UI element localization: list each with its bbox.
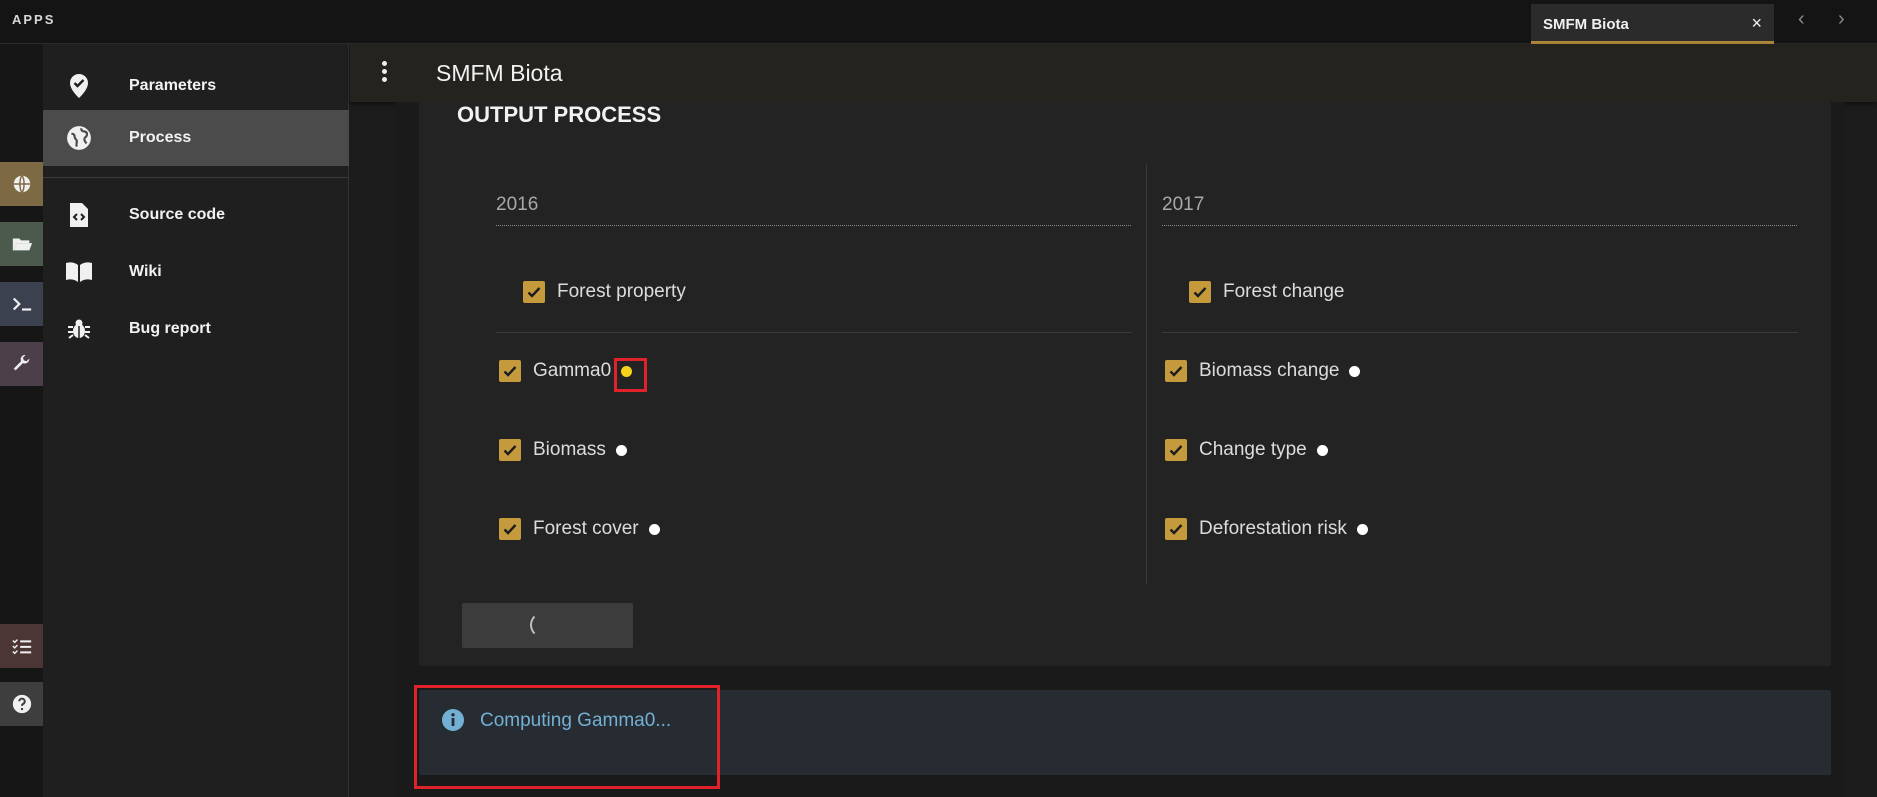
checkbox-checked[interactable] — [1165, 518, 1187, 540]
sidebar-item-bug-report[interactable]: Bug report — [43, 301, 349, 357]
globe-icon — [63, 122, 95, 154]
checkbox-checked[interactable] — [499, 360, 521, 382]
status-dot — [1356, 523, 1368, 535]
check-icon — [503, 524, 517, 535]
close-icon[interactable]: × — [1751, 13, 1762, 34]
section-title: OUTPUT PROCESS — [457, 102, 662, 127]
biomass-option[interactable]: Biomass — [499, 439, 627, 461]
year-label-2016: 2016 — [496, 194, 539, 215]
sidebar-item-process[interactable]: Process — [43, 110, 349, 166]
sidebar-item-source-code[interactable]: Source code — [43, 187, 349, 243]
check-icon — [503, 445, 517, 456]
chevron-right-icon[interactable]: › — [1838, 8, 1845, 31]
change-type-option[interactable]: Change type — [1165, 439, 1328, 461]
status-dot — [1349, 365, 1361, 377]
checkbox-checked[interactable] — [1165, 439, 1187, 461]
output-process-card: OUTPUT PROCESS 2016 Forest property Gamm… — [419, 102, 1831, 666]
status-dot — [1316, 444, 1328, 456]
biomass-change-option[interactable]: Biomass change — [1165, 360, 1361, 382]
icon-rail — [0, 44, 43, 797]
tab-title: SMFM Biota — [1543, 16, 1629, 33]
rail-globe-button[interactable] — [0, 162, 43, 206]
page-title: SMFM Biota — [436, 60, 563, 86]
map-pin-check-icon — [63, 70, 95, 102]
book-open-icon — [63, 256, 95, 288]
file-code-icon — [63, 199, 95, 231]
sidebar-item-label: Wiki — [129, 263, 162, 280]
task-list-icon — [11, 639, 31, 655]
check-icon — [527, 287, 541, 298]
terminal-icon — [12, 297, 31, 311]
separator — [1162, 332, 1798, 333]
option-label: Forest cover — [533, 518, 639, 539]
separator — [496, 332, 1132, 333]
highlight-box-alert — [414, 685, 720, 789]
check-icon — [1169, 366, 1183, 377]
sidebar-divider — [43, 177, 349, 178]
deforestation-risk-option[interactable]: Deforestation risk — [1165, 518, 1368, 540]
check-icon — [1169, 524, 1183, 535]
checkbox-checked[interactable] — [1165, 360, 1187, 382]
app-header: SMFM Biota — [350, 44, 1877, 102]
rail-wrench-button[interactable] — [0, 342, 43, 386]
sidebar-item-label: Process — [129, 129, 192, 146]
status-dot — [648, 523, 660, 535]
forest-property-option[interactable]: Forest property — [523, 281, 686, 303]
chevron-left-icon[interactable]: ‹ — [1798, 8, 1805, 31]
option-label: Biomass change — [1199, 360, 1340, 381]
rail-folder-button[interactable] — [0, 222, 43, 266]
option-label: Forest change — [1223, 281, 1345, 302]
option-label: Change type — [1199, 439, 1307, 460]
highlight-box-gamma0-dot — [614, 358, 647, 392]
checkbox-checked[interactable] — [499, 439, 521, 461]
rail-tasks-button[interactable] — [0, 624, 43, 668]
checkbox-checked[interactable] — [523, 281, 545, 303]
globe-icon — [13, 175, 30, 193]
option-label: Biomass — [533, 439, 606, 460]
check-icon — [1169, 445, 1183, 456]
sidebar-item-label: Parameters — [129, 77, 217, 94]
spinner-icon — [530, 612, 556, 638]
year-underline — [1162, 225, 1797, 226]
gamma0-option[interactable]: Gamma0 — [499, 360, 633, 382]
check-icon — [1193, 287, 1207, 298]
run-button-loading[interactable] — [462, 603, 633, 648]
forest-cover-option[interactable]: Forest cover — [499, 518, 660, 540]
sidebar-item-label: Source code — [129, 206, 226, 223]
main-content: OUTPUT PROCESS 2016 Forest property Gamm… — [395, 102, 1845, 797]
check-icon — [503, 366, 517, 377]
sidebar-item-parameters[interactable]: Parameters — [43, 58, 349, 114]
sidebar-item-wiki[interactable]: Wiki — [43, 244, 349, 300]
more-vert-icon[interactable] — [380, 61, 388, 85]
rail-help-button[interactable] — [0, 682, 43, 726]
year-underline — [496, 225, 1131, 226]
sidebar-item-label: Bug report — [129, 320, 211, 337]
sidebar: Parameters Process Source code Wiki Bug … — [43, 44, 349, 797]
rail-terminal-button[interactable] — [0, 282, 43, 326]
status-dot — [615, 444, 627, 456]
column-divider — [1146, 164, 1147, 584]
checkbox-checked[interactable] — [1189, 281, 1211, 303]
help-icon — [12, 694, 31, 714]
folder-open-icon — [12, 238, 32, 251]
apps-label[interactable]: APPS — [12, 12, 55, 27]
wrench-icon — [13, 354, 29, 371]
forest-change-option[interactable]: Forest change — [1189, 281, 1344, 303]
option-label: Gamma0 — [533, 360, 612, 381]
tab-smfm-biota[interactable]: SMFM Biota × — [1531, 4, 1774, 44]
bug-icon — [63, 313, 95, 345]
option-label: Forest property — [557, 281, 686, 302]
checkbox-checked[interactable] — [499, 518, 521, 540]
year-label-2017: 2017 — [1162, 194, 1205, 215]
option-label: Deforestation risk — [1199, 518, 1347, 539]
top-bar: APPS SMFM Biota × ‹ › — [0, 0, 1877, 44]
